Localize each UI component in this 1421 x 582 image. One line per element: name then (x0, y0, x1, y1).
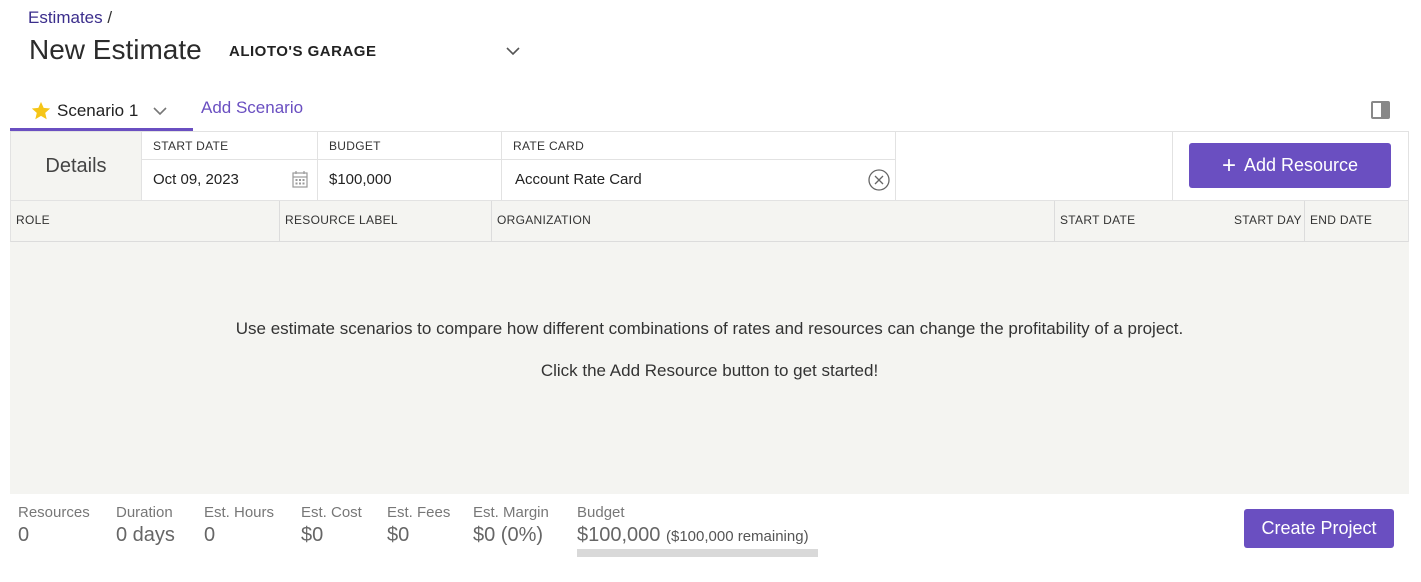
add-scenario-link[interactable]: Add Scenario (201, 98, 303, 118)
stat-value: $0 (387, 524, 410, 546)
stat-value: $100,000 ($100,000 remaining) (577, 524, 818, 547)
rate-card-value: Account Rate Card (515, 171, 642, 188)
empty-state: Use estimate scenarios to compare how di… (10, 242, 1409, 494)
stat-value: $0 (301, 524, 324, 546)
column-end-date[interactable]: END DATE (1304, 201, 1408, 241)
stat-label: Est. Hours (204, 504, 275, 521)
stat-resources: Resources 0 (18, 504, 90, 547)
details-label: Details (11, 132, 142, 200)
column-role[interactable]: ROLE (11, 201, 279, 241)
add-resource-button[interactable]: + Add Resource (1189, 143, 1391, 188)
details-divider (1172, 132, 1173, 200)
stat-label: Resources (18, 504, 90, 521)
stat-hours: Est. Hours 0 (204, 504, 274, 547)
stat-label: Est. Fees (387, 504, 451, 521)
resource-table-header: ROLE RESOURCE LABEL ORGANIZATION START D… (10, 201, 1409, 242)
empty-state-message: Use estimate scenarios to compare how di… (235, 319, 1184, 338)
client-select[interactable]: ALIOTO'S GARAGE (229, 40, 521, 62)
rate-card-select[interactable]: Account Rate Card (502, 160, 895, 200)
panel-toggle-icon[interactable] (1371, 101, 1390, 119)
stat-value: 0 days (116, 524, 175, 546)
tab-scenario-1[interactable]: Scenario 1 (10, 94, 193, 131)
stat-label: Duration (116, 504, 173, 521)
create-project-button[interactable]: Create Project (1244, 509, 1394, 548)
empty-state-hint: Click the Add Resource button to get sta… (540, 361, 879, 380)
breadcrumb-separator: / (107, 8, 113, 27)
column-resource-label[interactable]: RESOURCE LABEL (279, 201, 491, 241)
column-start-day[interactable]: START DAY (1229, 201, 1304, 241)
breadcrumb: Estimates / (28, 8, 112, 28)
stat-budget: Budget $100,000 ($100,000 remaining) (577, 504, 818, 557)
budget-label: BUDGET (318, 132, 501, 160)
client-name: ALIOTO'S GARAGE (229, 42, 377, 60)
budget-field: BUDGET $100,000 (318, 132, 502, 200)
page-title: New Estimate (29, 34, 202, 65)
details-panel: Details START DATE Oct 09, 2023 BUDGET $… (10, 131, 1409, 201)
calendar-icon[interactable] (292, 170, 308, 188)
stat-cost: Est. Cost $0 (301, 504, 362, 547)
budget-remaining: ($100,000 remaining) (665, 528, 809, 545)
start-date-input[interactable]: Oct 09, 2023 (142, 160, 317, 200)
breadcrumb-estimates-link[interactable]: Estimates (28, 8, 103, 27)
stat-duration: Duration 0 days (116, 504, 175, 547)
stat-label: Est. Cost (301, 504, 362, 521)
star-icon (31, 101, 51, 120)
stat-value: 0 (204, 524, 216, 546)
add-resource-label: Add Resource (1243, 155, 1359, 175)
start-date-label: START DATE (142, 132, 317, 160)
stat-label: Est. Margin (473, 504, 549, 521)
stat-value: $0 (0%) (473, 524, 544, 546)
stat-fees: Est. Fees $0 (387, 504, 450, 547)
start-date-value: Oct 09, 2023 (153, 171, 239, 188)
budget-input[interactable]: $100,000 (318, 160, 501, 200)
rate-card-field: RATE CARD Account Rate Card (502, 132, 896, 200)
start-date-field: START DATE Oct 09, 2023 (142, 132, 318, 200)
clear-icon[interactable] (868, 169, 890, 191)
budget-amount: $100,000 (577, 524, 661, 546)
plus-icon: + (1221, 151, 1236, 179)
stat-value: 0 (18, 524, 30, 546)
column-organization[interactable]: ORGANIZATION (491, 201, 1054, 241)
summary-footer: Resources 0 Duration 0 days Est. Hours 0… (0, 494, 1421, 582)
tab-label: Scenario 1 (57, 101, 139, 120)
scenario-tabs: Scenario 1 Add Scenario (10, 94, 1410, 131)
stat-margin: Est. Margin $0 (0%) (473, 504, 549, 547)
rate-card-label: RATE CARD (502, 132, 895, 160)
budget-progress-bar (577, 549, 818, 557)
stat-label: Budget (577, 504, 625, 521)
chevron-down-icon[interactable] (152, 103, 168, 119)
chevron-down-icon (506, 47, 520, 56)
